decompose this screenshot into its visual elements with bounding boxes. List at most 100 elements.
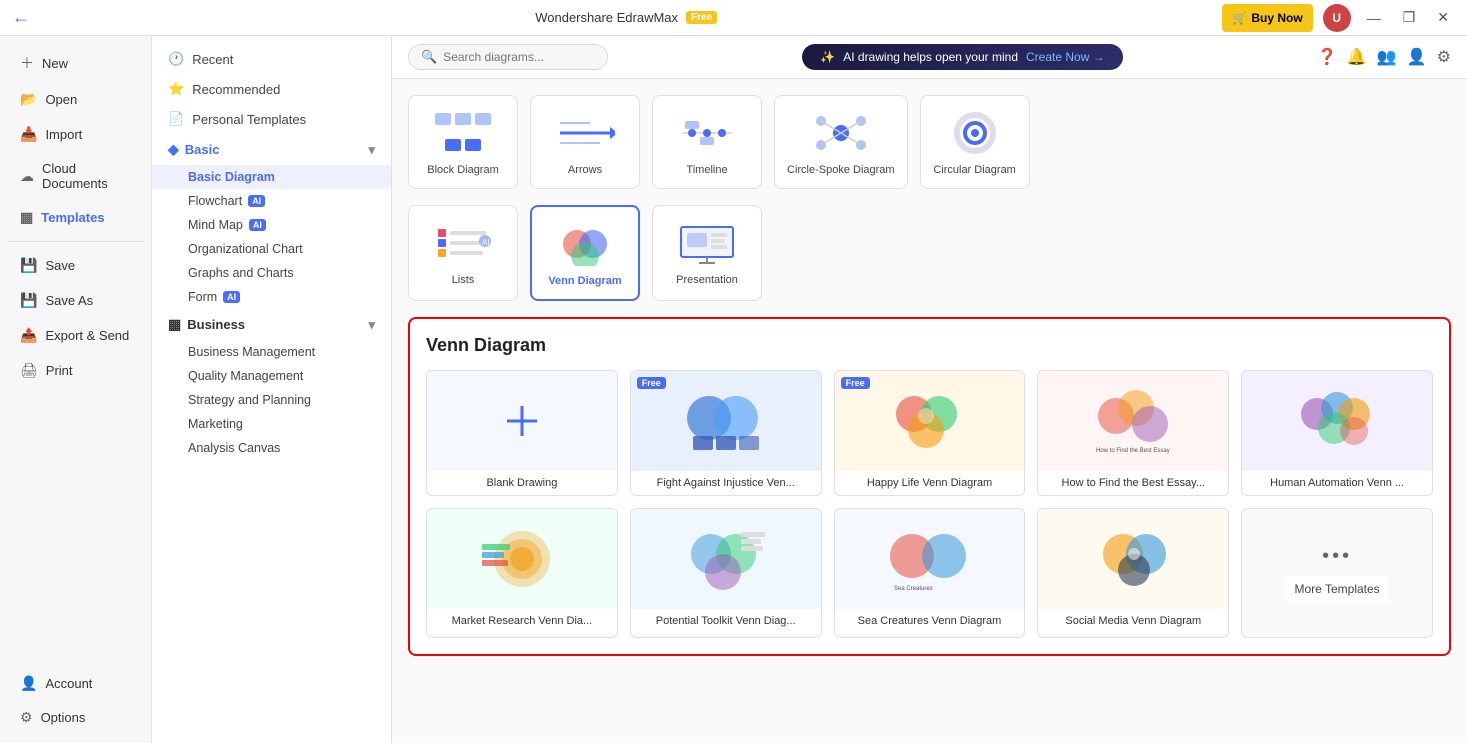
- nav-item-personal[interactable]: 📄 Personal Templates: [152, 104, 391, 134]
- sidebar-bottom: 👤 Account ⚙ Options: [0, 666, 151, 735]
- sidebar: ＋ New 📂 Open 📥 Import ☁ Cloud Documents …: [0, 36, 152, 743]
- sidebar-item-templates[interactable]: ▦ Templates: [4, 201, 147, 234]
- template-fight[interactable]: Free Fight Against Injustice Ven...: [630, 370, 822, 496]
- block-diagram-label: Block Diagram: [421, 164, 505, 176]
- sidebar-item-new[interactable]: ＋ New: [4, 45, 147, 81]
- search-icon: 🔍: [421, 49, 437, 65]
- titlebar: ← Wondershare EdrawMax Free 🛒Buy Now U —…: [0, 0, 1467, 36]
- save-icon: 💾: [20, 257, 37, 274]
- circular-label: Circular Diagram: [933, 164, 1017, 176]
- app-body: ＋ New 📂 Open 📥 Import ☁ Cloud Documents …: [0, 36, 1467, 743]
- template-social-label: Social Media Venn Diagram: [1038, 609, 1228, 633]
- timeline-icon: [665, 108, 749, 158]
- folder-icon: 📂: [20, 91, 37, 108]
- nav-sub-marketing[interactable]: Marketing: [152, 412, 391, 436]
- diagram-row-1: Block Diagram Arrows: [408, 95, 1451, 189]
- sidebar-item-saveas[interactable]: 💾 Save As: [4, 284, 147, 317]
- nav-section-basic[interactable]: ◆ Basic ▾: [152, 134, 391, 165]
- basic-icon: ◆: [168, 141, 179, 158]
- sidebar-item-print[interactable]: 🖨 Print: [4, 354, 147, 387]
- block-diagram-icon: [421, 108, 505, 158]
- diagram-card-lists[interactable]: AI Lists: [408, 205, 518, 301]
- template-market-label: Market Research Venn Dia...: [427, 609, 617, 633]
- venn-section: Venn Diagram Blank Drawing: [408, 317, 1451, 656]
- sidebar-item-export[interactable]: 📤 Export & Send: [4, 319, 147, 352]
- avatar[interactable]: U: [1323, 4, 1351, 32]
- sidebar-item-import[interactable]: 📥 Import: [4, 118, 147, 151]
- template-essay-label: How to Find the Best Essay...: [1038, 471, 1228, 495]
- template-human-thumb: [1242, 371, 1432, 471]
- nav-sub-mindmap[interactable]: Mind Map AI: [152, 213, 391, 237]
- timeline-label: Timeline: [665, 164, 749, 176]
- sidebar-divider: [8, 241, 143, 242]
- template-essay[interactable]: How to Find the Best Essay How to Find t…: [1037, 370, 1229, 496]
- template-toolkit[interactable]: Potential Toolkit Venn Diag...: [630, 508, 822, 638]
- business-icon: ▦: [168, 316, 181, 333]
- nav-item-recommended[interactable]: ⭐ Recommended: [152, 74, 391, 104]
- circular-icon: [933, 108, 1017, 158]
- sidebar-item-account[interactable]: 👤 Account: [4, 667, 147, 700]
- sidebar-item-options[interactable]: ⚙ Options: [4, 701, 147, 734]
- nav-sub-basic-diagram[interactable]: Basic Diagram: [152, 165, 391, 189]
- svg-text:AI: AI: [482, 238, 490, 247]
- sidebar-item-open[interactable]: 📂 Open: [4, 83, 147, 116]
- recent-icon: 🕐: [168, 51, 184, 67]
- scroll-area: Block Diagram Arrows: [392, 79, 1467, 743]
- buy-now-button[interactable]: 🛒Buy Now: [1222, 4, 1312, 32]
- diagram-card-block[interactable]: Block Diagram: [408, 95, 518, 189]
- nav-sub-form[interactable]: Form AI: [152, 285, 391, 309]
- search-box[interactable]: 🔍: [408, 44, 608, 70]
- template-blank[interactable]: Blank Drawing: [426, 370, 618, 496]
- create-now-button[interactable]: Create Now →: [1026, 50, 1105, 64]
- template-essay-thumb: How to Find the Best Essay: [1038, 371, 1228, 471]
- person-icon[interactable]: 👤: [1407, 47, 1427, 67]
- nav-sub-analysis[interactable]: Analysis Canvas: [152, 436, 391, 460]
- template-human[interactable]: Human Automation Venn ...: [1241, 370, 1433, 496]
- template-happy[interactable]: Free Happy Life Venn Diagram: [834, 370, 1026, 496]
- nav-sub-flowchart[interactable]: Flowchart AI: [152, 189, 391, 213]
- diagram-card-venn[interactable]: Venn Diagram: [530, 205, 640, 301]
- nav-item-recent[interactable]: 🕐 Recent: [152, 44, 391, 74]
- maximize-button[interactable]: ❐: [1397, 4, 1422, 32]
- left-nav: 🕐 Recent ⭐ Recommended 📄 Personal Templa…: [152, 36, 392, 743]
- more-dots-icon: •••: [1322, 545, 1352, 568]
- import-icon: 📥: [20, 126, 37, 143]
- nav-sub-strategy[interactable]: Strategy and Planning: [152, 388, 391, 412]
- diagram-card-arrows[interactable]: Arrows: [530, 95, 640, 189]
- search-input[interactable]: [443, 50, 595, 64]
- users-icon[interactable]: 👥: [1377, 47, 1397, 67]
- export-icon: 📤: [20, 327, 37, 344]
- sidebar-item-save[interactable]: 💾 Save: [4, 249, 147, 282]
- minimize-button[interactable]: —: [1361, 4, 1387, 32]
- personal-icon: 📄: [168, 111, 184, 127]
- diagram-card-timeline[interactable]: Timeline: [652, 95, 762, 189]
- nav-sub-quality[interactable]: Quality Management: [152, 364, 391, 388]
- template-more[interactable]: ••• More Templates: [1241, 508, 1433, 638]
- nav-sub-business-mgmt[interactable]: Business Management: [152, 340, 391, 364]
- settings-icon[interactable]: ⚙: [1437, 47, 1451, 67]
- template-sea[interactable]: Sea Creatures Sea Creatures Venn Diagram: [834, 508, 1026, 638]
- sidebar-item-cloud[interactable]: ☁ Cloud Documents: [4, 153, 147, 199]
- diagram-card-circlespoke[interactable]: Circle-Spoke Diagram: [774, 95, 908, 189]
- templates-icon: ▦: [20, 209, 33, 226]
- template-more-label: More Templates: [1287, 576, 1388, 602]
- template-market[interactable]: Market Research Venn Dia...: [426, 508, 618, 638]
- nav-sub-orgchart[interactable]: Organizational Chart: [152, 237, 391, 261]
- help-icon[interactable]: ❓: [1317, 47, 1337, 67]
- lists-icon: AI: [421, 218, 505, 268]
- nav-section-business[interactable]: ▦ Business ▾: [152, 309, 391, 340]
- template-social[interactable]: Social Media Venn Diagram: [1037, 508, 1229, 638]
- templates-grid: Blank Drawing Free: [426, 370, 1433, 638]
- template-sea-label: Sea Creatures Venn Diagram: [835, 609, 1025, 633]
- close-button[interactable]: ✕: [1431, 4, 1455, 32]
- recommended-icon: ⭐: [168, 81, 184, 97]
- template-human-label: Human Automation Venn ...: [1242, 471, 1432, 495]
- nav-sub-graphs[interactable]: Graphs and Charts: [152, 261, 391, 285]
- ai-banner[interactable]: ✨ AI drawing helps open your mind Create…: [802, 44, 1122, 70]
- template-happy-label: Happy Life Venn Diagram: [835, 471, 1025, 495]
- diagram-card-presentation[interactable]: Presentation: [652, 205, 762, 301]
- ai-badge-form: AI: [223, 291, 240, 303]
- diagram-card-circular[interactable]: Circular Diagram: [920, 95, 1030, 189]
- bell-icon[interactable]: 🔔: [1347, 47, 1367, 67]
- free-badge-fight: Free: [637, 377, 666, 389]
